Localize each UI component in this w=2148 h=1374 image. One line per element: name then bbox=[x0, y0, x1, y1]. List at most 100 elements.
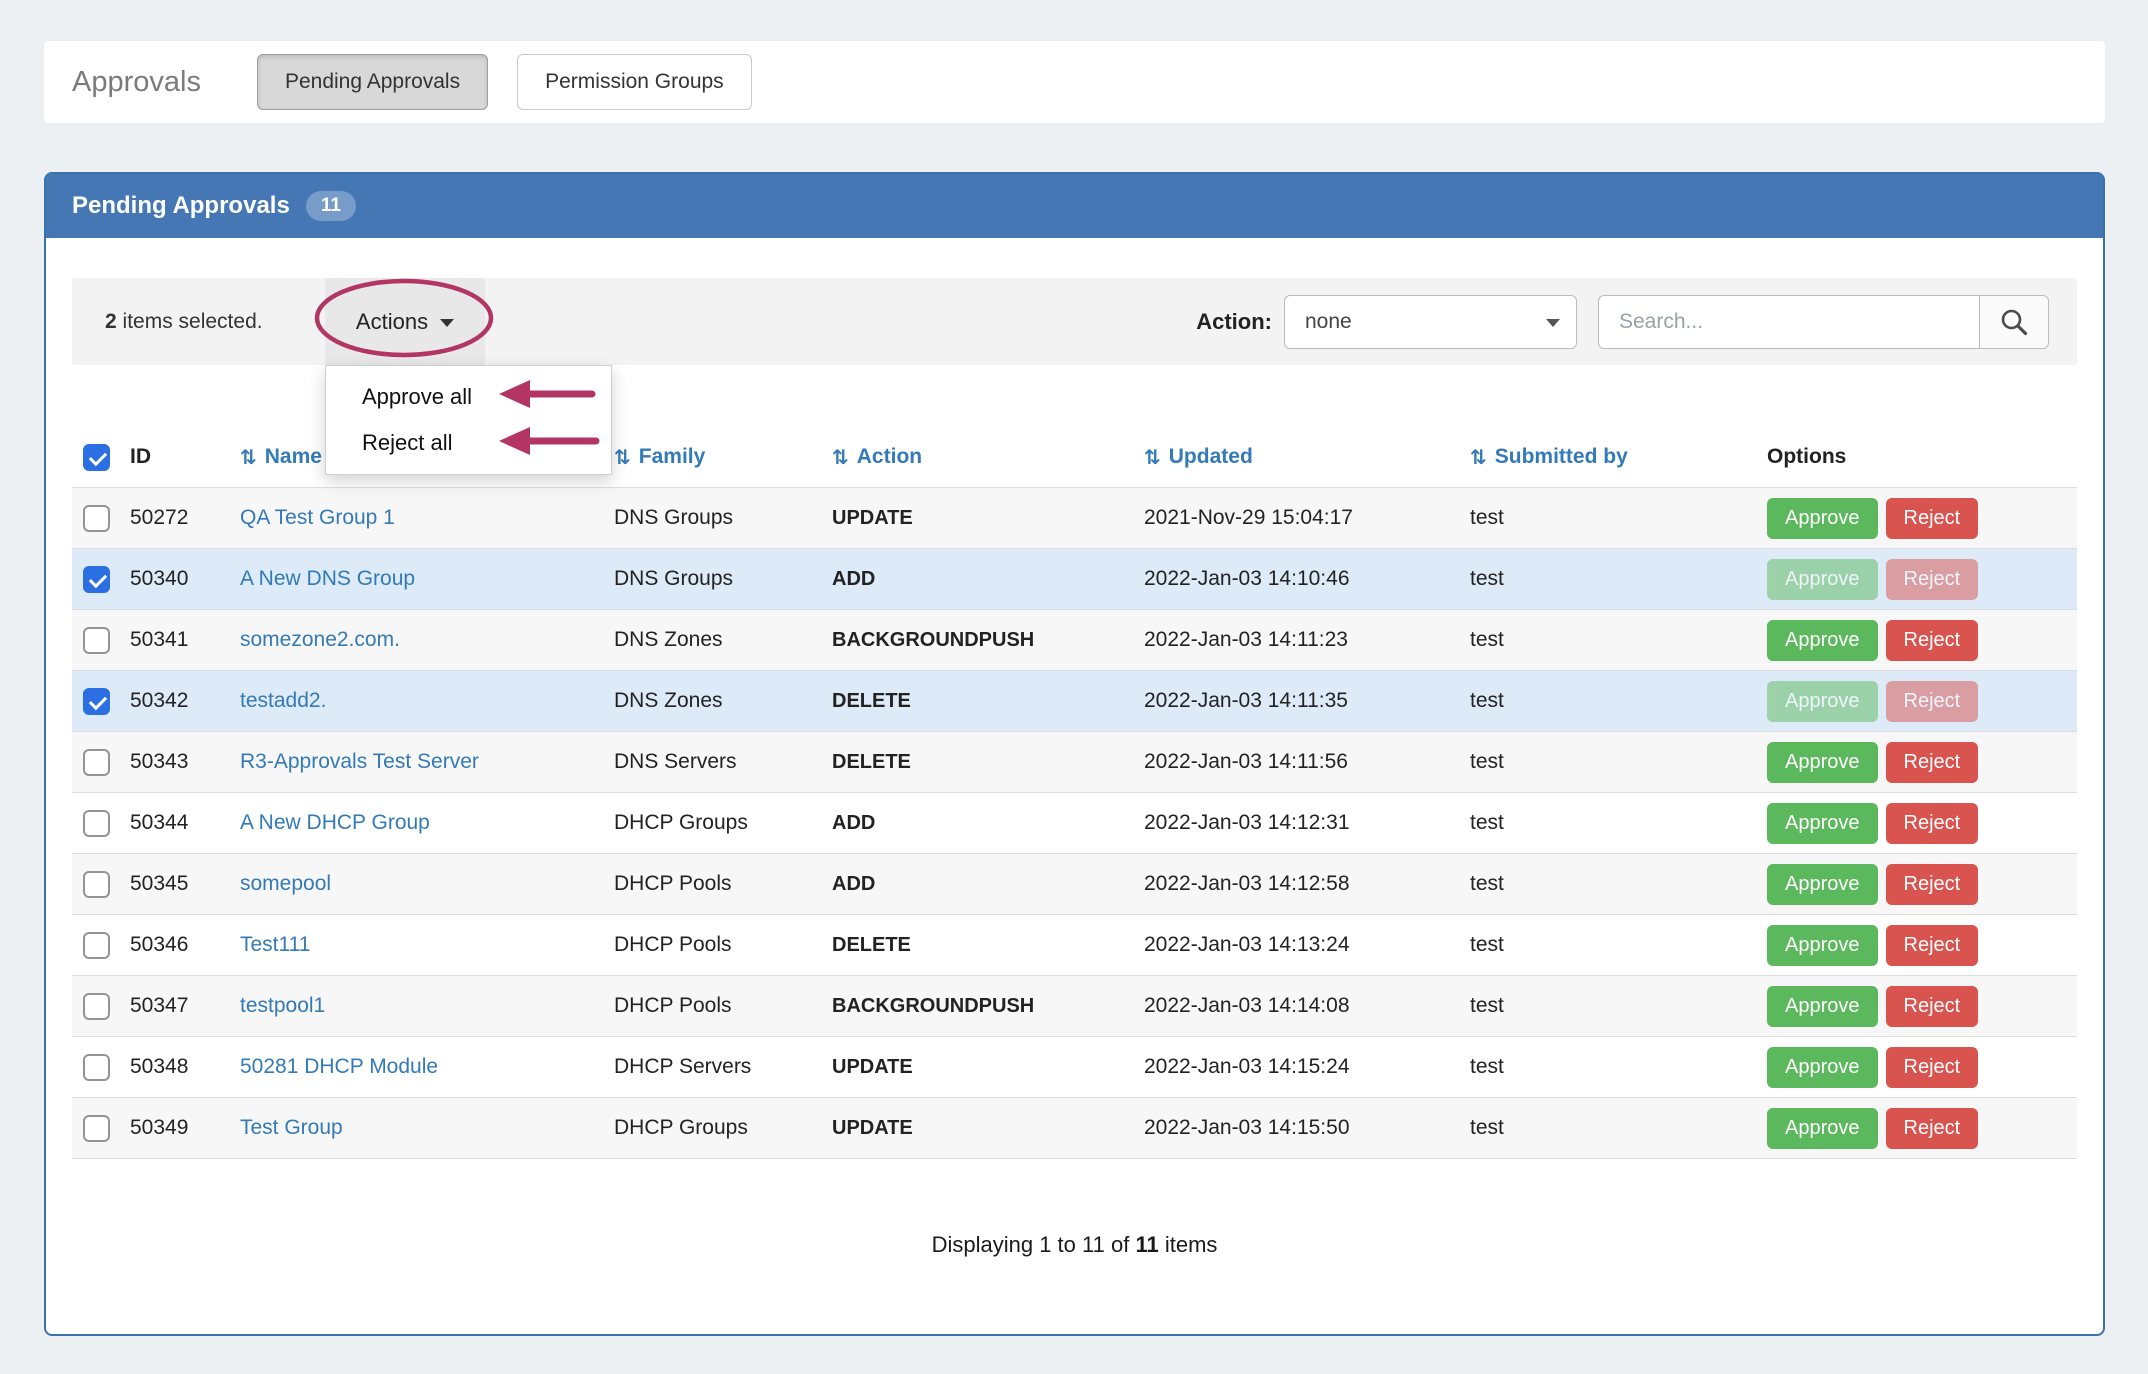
approve-button[interactable]: Approve bbox=[1767, 742, 1878, 783]
approve-button[interactable]: Approve bbox=[1767, 1108, 1878, 1149]
column-header-action[interactable]: ⇅Action bbox=[832, 445, 1144, 470]
cell-select bbox=[72, 810, 130, 837]
row-checkbox[interactable] bbox=[83, 688, 110, 715]
select-all-checkbox[interactable] bbox=[83, 444, 110, 471]
row-checkbox[interactable] bbox=[83, 505, 110, 532]
cell-action: ADD bbox=[832, 873, 1144, 896]
cell-options: ApproveReject bbox=[1767, 1108, 2077, 1149]
reject-button[interactable]: Reject bbox=[1886, 925, 1979, 966]
record-name-link[interactable]: QA Test Group 1 bbox=[240, 506, 395, 529]
pending-approvals-panel: Pending Approvals 11 2 items selected. A… bbox=[44, 172, 2105, 1336]
cell-id: 50343 bbox=[130, 750, 240, 774]
caret-down-icon bbox=[440, 319, 454, 327]
record-name-link[interactable]: A New DNS Group bbox=[240, 567, 415, 590]
approve-button[interactable]: Approve bbox=[1767, 864, 1878, 905]
reject-button[interactable]: Reject bbox=[1886, 620, 1979, 661]
row-checkbox[interactable] bbox=[83, 810, 110, 837]
record-name-link[interactable]: testpool1 bbox=[240, 994, 325, 1017]
cell-id: 50340 bbox=[130, 567, 240, 591]
cell-updated: 2022-Jan-03 14:11:23 bbox=[1144, 628, 1470, 652]
record-name-link[interactable]: somepool bbox=[240, 872, 331, 895]
row-checkbox[interactable] bbox=[83, 932, 110, 959]
record-name-link[interactable]: A New DHCP Group bbox=[240, 811, 430, 834]
row-checkbox[interactable] bbox=[83, 627, 110, 654]
cell-id: 50347 bbox=[130, 994, 240, 1018]
column-label-updated: Updated bbox=[1169, 445, 1253, 469]
record-name-link[interactable]: Test111 bbox=[240, 933, 310, 956]
actions-dropdown-button[interactable]: Actions bbox=[325, 278, 485, 365]
approve-button[interactable]: Approve bbox=[1767, 803, 1878, 844]
column-label-id: ID bbox=[130, 445, 151, 469]
cell-name: somepool bbox=[240, 872, 614, 896]
tab-pending-approvals[interactable]: Pending Approvals bbox=[257, 54, 488, 110]
reject-button[interactable]: Reject bbox=[1886, 1047, 1979, 1088]
table-row: 50272QA Test Group 1DNS GroupsUPDATE2021… bbox=[72, 488, 2077, 549]
count-badge: 11 bbox=[306, 191, 356, 222]
cell-updated: 2022-Jan-03 14:14:08 bbox=[1144, 994, 1470, 1018]
cell-select bbox=[72, 993, 130, 1020]
table-row: 50346Test111DHCP PoolsDELETE2022-Jan-03 … bbox=[72, 915, 2077, 976]
cell-action: DELETE bbox=[832, 751, 1144, 774]
reject-button[interactable]: Reject bbox=[1886, 498, 1979, 539]
cell-family: DHCP Pools bbox=[614, 994, 832, 1018]
cell-family: DNS Groups bbox=[614, 506, 832, 530]
record-name-link[interactable]: 50281 DHCP Module bbox=[240, 1055, 438, 1078]
row-checkbox[interactable] bbox=[83, 1115, 110, 1142]
record-name-link[interactable]: somezone2.com. bbox=[240, 628, 400, 651]
cell-select bbox=[72, 932, 130, 959]
column-label-submitted_by: Submitted by bbox=[1495, 445, 1628, 469]
cell-name: 50281 DHCP Module bbox=[240, 1055, 614, 1079]
column-header-family[interactable]: ⇅Family bbox=[614, 445, 832, 470]
reject-button[interactable]: Reject bbox=[1886, 803, 1979, 844]
search-button[interactable] bbox=[1979, 295, 2049, 349]
row-checkbox[interactable] bbox=[83, 566, 110, 593]
approve-button[interactable]: Approve bbox=[1767, 498, 1878, 539]
cell-family: DHCP Servers bbox=[614, 1055, 832, 1079]
cell-action: DELETE bbox=[832, 934, 1144, 957]
cell-id: 50345 bbox=[130, 872, 240, 896]
column-header-updated[interactable]: ⇅Updated bbox=[1144, 445, 1470, 470]
row-checkbox[interactable] bbox=[83, 1054, 110, 1081]
table-row: 50347testpool1DHCP PoolsBACKGROUNDPUSH20… bbox=[72, 976, 2077, 1037]
cell-family: DHCP Pools bbox=[614, 933, 832, 957]
menu-item-approve-all[interactable]: Approve all bbox=[326, 374, 611, 420]
search-input[interactable] bbox=[1598, 295, 1979, 349]
table-row: 50340A New DNS GroupDNS GroupsADD2022-Ja… bbox=[72, 549, 2077, 610]
panel-header: Pending Approvals 11 bbox=[46, 174, 2103, 238]
cell-options: ApproveReject bbox=[1767, 681, 2077, 722]
reject-button[interactable]: Reject bbox=[1886, 864, 1979, 905]
approve-button[interactable]: Approve bbox=[1767, 986, 1878, 1027]
action-filter-select[interactable]: none bbox=[1284, 295, 1577, 349]
reject-button[interactable]: Reject bbox=[1886, 1108, 1979, 1149]
tab-permission-groups[interactable]: Permission Groups bbox=[517, 54, 752, 110]
approve-button[interactable]: Approve bbox=[1767, 1047, 1878, 1088]
row-checkbox[interactable] bbox=[83, 993, 110, 1020]
column-header-submitted_by[interactable]: ⇅Submitted by bbox=[1470, 445, 1767, 470]
table-body: 50272QA Test Group 1DNS GroupsUPDATE2021… bbox=[72, 488, 2077, 1159]
reject-button[interactable]: Reject bbox=[1886, 681, 1979, 722]
toolbar: 2 items selected. Actions Action: none bbox=[72, 278, 2077, 365]
cell-name: Test111 bbox=[240, 933, 614, 957]
approve-button[interactable]: Approve bbox=[1767, 925, 1878, 966]
row-checkbox[interactable] bbox=[83, 749, 110, 776]
approve-button[interactable]: Approve bbox=[1767, 620, 1878, 661]
menu-item-reject-all[interactable]: Reject all bbox=[326, 420, 611, 466]
approve-button[interactable]: Approve bbox=[1767, 681, 1878, 722]
approve-button[interactable]: Approve bbox=[1767, 559, 1878, 600]
table-row: 50344A New DHCP GroupDHCP GroupsADD2022-… bbox=[72, 793, 2077, 854]
row-checkbox[interactable] bbox=[83, 871, 110, 898]
reject-button[interactable]: Reject bbox=[1886, 742, 1979, 783]
sort-icon: ⇅ bbox=[240, 445, 257, 470]
cell-family: DHCP Groups bbox=[614, 1116, 832, 1140]
record-name-link[interactable]: R3-Approvals Test Server bbox=[240, 750, 479, 773]
approvals-table: ID⇅Name⇅Family⇅Action⇅Updated⇅Submitted … bbox=[72, 427, 2077, 1159]
pagination-suffix: items bbox=[1165, 1232, 1218, 1257]
reject-button[interactable]: Reject bbox=[1886, 559, 1979, 600]
record-name-link[interactable]: testadd2. bbox=[240, 689, 326, 712]
cell-id: 50341 bbox=[130, 628, 240, 652]
cell-select bbox=[72, 627, 130, 654]
pagination-summary: Displaying 1 to 11 of 11 items bbox=[72, 1232, 2077, 1258]
cell-id: 50349 bbox=[130, 1116, 240, 1140]
record-name-link[interactable]: Test Group bbox=[240, 1116, 343, 1139]
reject-button[interactable]: Reject bbox=[1886, 986, 1979, 1027]
